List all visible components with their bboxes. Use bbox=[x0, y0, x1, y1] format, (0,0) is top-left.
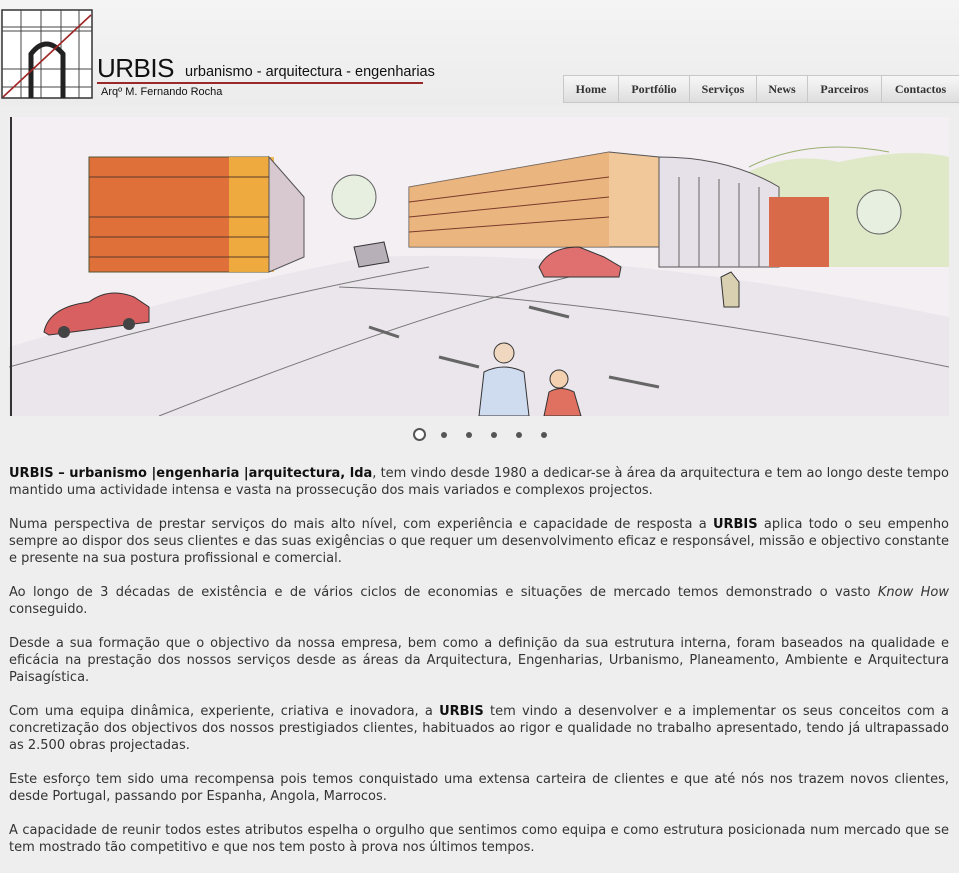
brand-author: Arqº M. Fernando Rocha bbox=[101, 86, 223, 98]
paragraph-7: A capacidade de reunir todos estes atrib… bbox=[9, 823, 949, 855]
paragraph-text: Ao longo de 3 décadas de existência e de… bbox=[9, 585, 878, 600]
slider-dot-2[interactable] bbox=[440, 431, 447, 438]
nav-contactos[interactable]: Contactos bbox=[882, 76, 959, 102]
nav-parceiros[interactable]: Parceiros bbox=[808, 76, 882, 102]
slider-dot-1[interactable] bbox=[413, 428, 426, 441]
main-nav: Home Portfólio Serviços News Parceiros C… bbox=[563, 75, 959, 103]
paragraph-text: Com uma equipa dinâmica, experiente, cri… bbox=[9, 704, 440, 719]
brand-tagline: urbanismo - arquitectura - engenharias bbox=[185, 64, 435, 80]
slider-pagination bbox=[411, 428, 556, 441]
slider-dot-4[interactable] bbox=[490, 431, 497, 438]
brand-mention: URBIS bbox=[439, 704, 484, 719]
hero-slider[interactable] bbox=[9, 117, 949, 416]
nav-news[interactable]: News bbox=[757, 76, 808, 102]
paragraph-4: Desde a sua formação que o objectivo da … bbox=[9, 636, 949, 685]
about-content: URBIS – urbanismo |engenharia |arquitect… bbox=[9, 465, 949, 873]
paragraph-2: Numa perspectiva de prestar serviços do … bbox=[9, 516, 949, 567]
slider-dot-3[interactable] bbox=[465, 431, 472, 438]
architectural-sketch-image bbox=[9, 117, 949, 416]
brand-divider bbox=[97, 82, 423, 84]
brand-mention: URBIS bbox=[712, 517, 758, 532]
nav-portfolio[interactable]: Portfólio bbox=[619, 76, 690, 102]
paragraph-6: Este esforço tem sido uma recompensa poi… bbox=[9, 772, 949, 804]
slider-dot-5[interactable] bbox=[515, 431, 522, 438]
know-how-emphasis: Know How bbox=[877, 585, 949, 600]
slider-dot-6[interactable] bbox=[540, 431, 547, 438]
paragraph-3: Ao longo de 3 décadas de existência e de… bbox=[9, 584, 949, 618]
nav-home[interactable]: Home bbox=[564, 76, 619, 102]
urbis-logo-icon[interactable] bbox=[1, 9, 93, 99]
paragraph-5: Com uma equipa dinâmica, experiente, cri… bbox=[9, 703, 949, 754]
nav-servicos[interactable]: Serviços bbox=[690, 76, 757, 102]
site-header: URBIS urbanismo - arquitectura - engenha… bbox=[0, 0, 959, 106]
paragraph-1: URBIS – urbanismo |engenharia |arquitect… bbox=[9, 465, 949, 499]
paragraph-text: conseguido. bbox=[9, 602, 88, 617]
brand-name: URBIS bbox=[97, 53, 174, 83]
company-name: URBIS – urbanismo |engenharia |arquitect… bbox=[9, 466, 373, 481]
paragraph-text: Numa perspectiva de prestar serviços do … bbox=[9, 517, 713, 532]
